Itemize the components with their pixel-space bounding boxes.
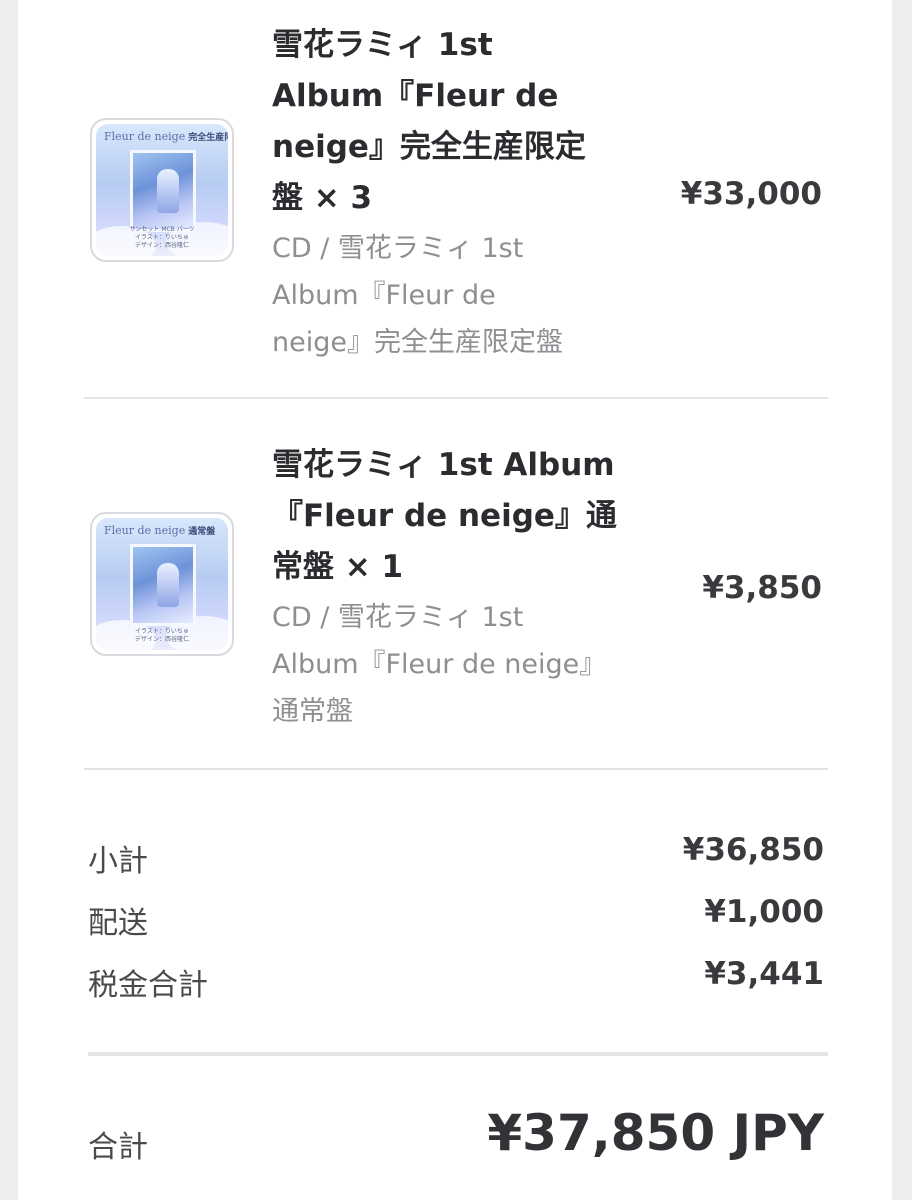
line-item-price: ¥3,850 [702,570,822,606]
product-thumbnail: Fleur de neige完全生産限定盤 サンセット MCB パーツ イラスト… [90,118,234,262]
album-cover-icon: Fleur de neige完全生産限定盤 サンセット MCB パーツ イラスト… [96,124,228,256]
total-value: ¥37,850 JPY [487,1104,824,1162]
subtotal-value: ¥36,850 [682,832,824,868]
product-thumbnail: Fleur de neige 通常盤 イラスト：りいちゅ デザイン：西谷隆仁 [90,512,234,656]
divider [88,1052,828,1056]
shipping-label: 配送 [88,906,148,941]
total-label: 合計 [88,1130,148,1165]
product-variant: CD / 雪花ラミィ 1st Album『Fleur de neige』 通常盤 [272,602,607,727]
tax-label: 税金合計 [88,968,208,1003]
tax-value: ¥3,441 [704,956,824,992]
product-variant: CD / 雪花ラミィ 1st Album『Fleur de neige』完全生産… [272,233,563,358]
divider [84,397,828,399]
thumbnail-caption: サンセット MCB パーツ イラスト：りいちゅ デザイン：西谷隆仁 [129,226,195,249]
line-item-price: ¥33,000 [680,176,822,212]
thumbnail-caption: イラスト：りいちゅ デザイン：西谷隆仁 [134,628,189,643]
divider [84,768,828,770]
shipping-value: ¥1,000 [704,894,824,930]
subtotal-label: 小計 [88,844,148,879]
product-title: 雪花ラミィ 1st Album 『Fleur de neige』通 常盤 × 1 [272,447,617,585]
thumbnail-brand: Fleur de neige 通常盤 [104,524,216,537]
product-title: 雪花ラミィ 1st Album『Fleur de neige』完全生産限定 盤 … [272,27,586,216]
album-cover-icon: Fleur de neige 通常盤 イラスト：りいちゅ デザイン：西谷隆仁 [96,518,228,650]
thumbnail-brand: Fleur de neige完全生産限定盤 [104,130,228,143]
order-summary-card: Fleur de neige完全生産限定盤 サンセット MCB パーツ イラスト… [18,0,892,1200]
